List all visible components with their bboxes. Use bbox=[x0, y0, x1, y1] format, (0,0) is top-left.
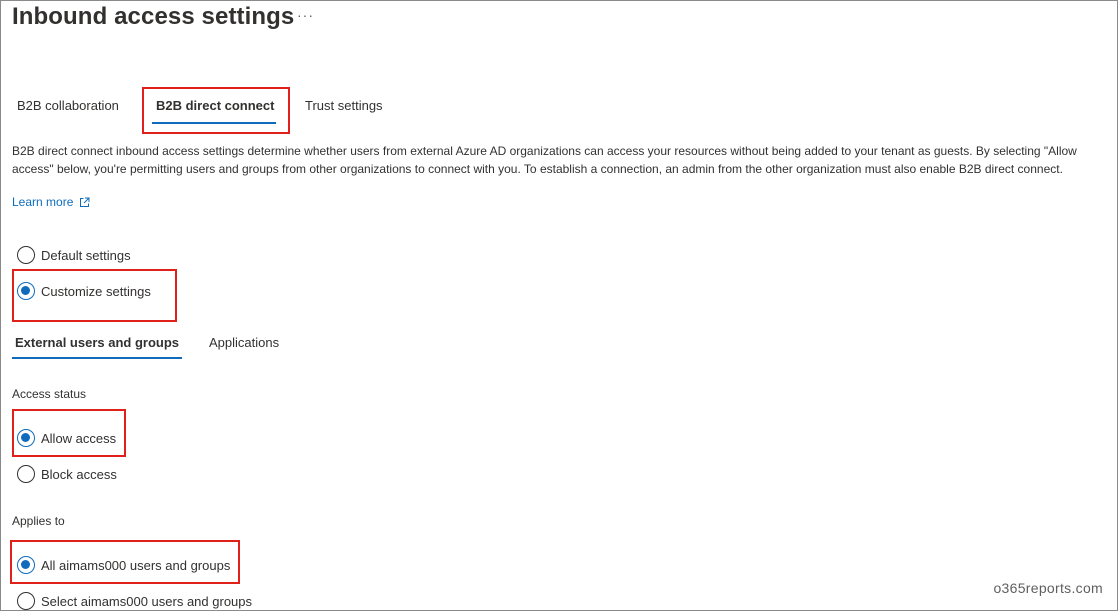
subtab-applications[interactable]: Applications bbox=[209, 335, 279, 350]
external-link-icon bbox=[80, 197, 90, 207]
radio-select-users-and-groups[interactable]: Select aimams000 users and groups bbox=[17, 592, 252, 610]
tab-b2b-direct-connect[interactable]: B2B direct connect bbox=[156, 98, 274, 113]
radio-label: Default settings bbox=[41, 247, 131, 263]
radio-label: Allow access bbox=[41, 430, 117, 446]
subtab-selected-underline bbox=[12, 357, 182, 359]
learn-more-label: Learn more bbox=[12, 195, 74, 209]
more-options-button[interactable]: ··· bbox=[297, 7, 314, 23]
radio-customize-settings[interactable]: Customize settings bbox=[17, 282, 151, 300]
radio-default-settings[interactable]: Default settings bbox=[17, 246, 131, 264]
learn-more-link[interactable]: Learn more bbox=[12, 195, 90, 209]
watermark-text: o365reports.com bbox=[993, 580, 1103, 596]
radio-label: Customize settings bbox=[41, 283, 151, 299]
applies-to-label: Applies to bbox=[12, 514, 65, 528]
radio-circle-checked bbox=[17, 282, 35, 300]
radio-circle-checked bbox=[17, 556, 35, 574]
tab-trust-settings[interactable]: Trust settings bbox=[305, 98, 383, 113]
radio-circle bbox=[17, 465, 35, 483]
subtab-external-users-and-groups[interactable]: External users and groups bbox=[15, 335, 179, 350]
radio-allow-access[interactable]: Allow access bbox=[17, 429, 116, 447]
tab-b2b-collaboration[interactable]: B2B collaboration bbox=[17, 98, 119, 113]
access-status-label: Access status bbox=[12, 387, 87, 401]
tab-selected-underline bbox=[152, 122, 276, 124]
radio-circle-checked bbox=[17, 429, 35, 447]
radio-circle bbox=[17, 246, 35, 264]
page-title: Inbound access settings bbox=[12, 3, 295, 30]
radio-label: Select aimams000 users and groups bbox=[41, 593, 253, 609]
description-text: B2B direct connect inbound access settin… bbox=[12, 144, 1077, 176]
radio-label: All aimams000 users and groups bbox=[41, 557, 231, 573]
radio-circle bbox=[17, 592, 35, 610]
radio-all-users-and-groups[interactable]: All aimams000 users and groups bbox=[17, 556, 230, 574]
radio-block-access[interactable]: Block access bbox=[17, 465, 117, 483]
radio-label: Block access bbox=[41, 466, 117, 482]
settings-panel: Inbound access settings ··· B2B collabor… bbox=[0, 0, 1118, 611]
